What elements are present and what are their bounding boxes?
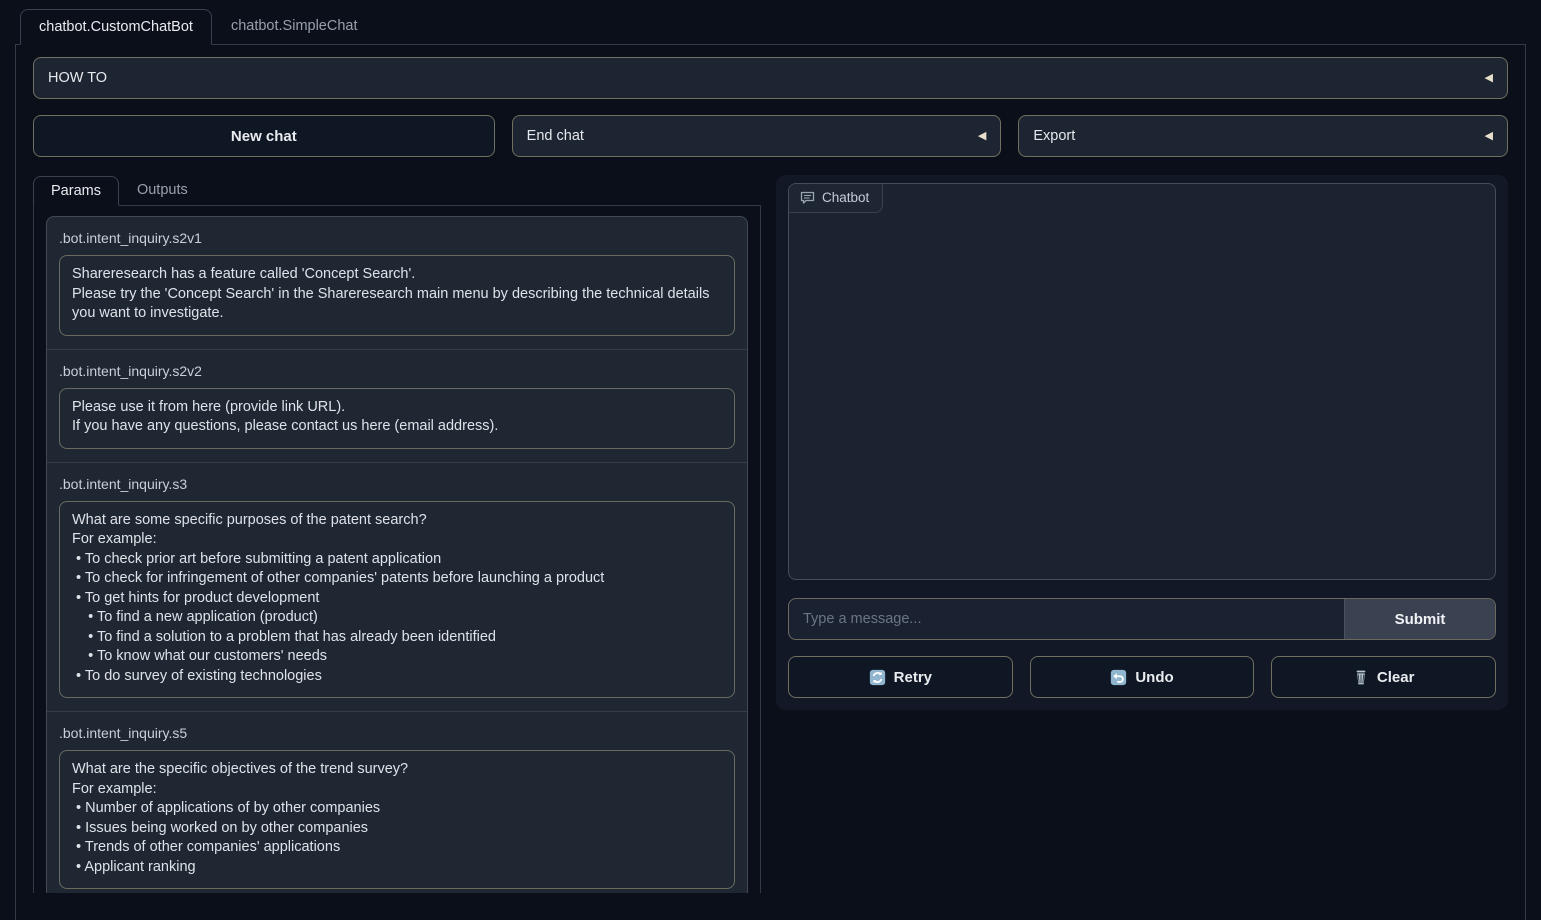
toolbar-row: New chat End chat ◀ Export ◀: [33, 115, 1508, 157]
tab-custom-chatbot[interactable]: chatbot.CustomChatBot: [20, 9, 212, 45]
param-textbox[interactable]: What are the specific objectives of the …: [59, 750, 735, 889]
param-block: .bot.intent_inquiry.s2v2 Please use it f…: [47, 350, 747, 463]
chat-actions-row: Retry Undo: [788, 656, 1496, 698]
chevron-left-icon: ◀: [978, 131, 986, 142]
new-chat-button[interactable]: New chat: [33, 115, 495, 157]
param-label: .bot.intent_inquiry.s2v1: [59, 230, 735, 246]
params-column: Params Outputs .bot.intent_inquiry.s2v1 …: [33, 175, 761, 893]
param-label: .bot.intent_inquiry.s5: [59, 725, 735, 741]
chatbot-label-text: Chatbot: [822, 190, 869, 205]
param-textbox[interactable]: What are some specific purposes of the p…: [59, 501, 735, 699]
message-input[interactable]: [789, 599, 1344, 639]
chat-column: Chatbot Submit: [776, 175, 1508, 710]
wastebasket-icon: [1353, 669, 1369, 686]
param-label: .bot.intent_inquiry.s3: [59, 476, 735, 492]
param-textbox[interactable]: Please use it from here (provide link UR…: [59, 388, 735, 449]
retry-button[interactable]: Retry: [788, 656, 1013, 698]
params-tab-nav: Params Outputs: [33, 175, 761, 205]
tab-outputs[interactable]: Outputs: [119, 175, 206, 205]
retry-icon: [869, 669, 886, 686]
undo-button[interactable]: Undo: [1030, 656, 1255, 698]
undo-icon: [1110, 669, 1127, 686]
undo-label: Undo: [1135, 669, 1173, 686]
params-group: .bot.intent_inquiry.s2v1 Shareresearch h…: [46, 216, 748, 893]
clear-button[interactable]: Clear: [1271, 656, 1496, 698]
tab-content-custom-chatbot: HOW TO ◀ New chat End chat ◀ Export ◀ Pa…: [15, 44, 1526, 920]
main-row: Params Outputs .bot.intent_inquiry.s2v1 …: [33, 175, 1508, 893]
export-label: Export: [1033, 128, 1075, 144]
speech-bubble-icon: [800, 191, 815, 205]
export-accordion[interactable]: Export ◀: [1018, 115, 1508, 157]
end-chat-label: End chat: [527, 128, 584, 144]
chatbot-messages-area[interactable]: Chatbot: [788, 183, 1496, 580]
retry-label: Retry: [894, 669, 932, 686]
tab-simple-chat[interactable]: chatbot.SimpleChat: [212, 8, 377, 44]
end-chat-accordion[interactable]: End chat ◀: [512, 115, 1002, 157]
chevron-left-icon: ◀: [1485, 131, 1493, 142]
param-label: .bot.intent_inquiry.s2v2: [59, 363, 735, 379]
submit-button[interactable]: Submit: [1344, 599, 1495, 639]
app-root: chatbot.CustomChatBot chatbot.SimpleChat…: [0, 0, 1541, 920]
params-tab-content: .bot.intent_inquiry.s2v1 Shareresearch h…: [33, 205, 761, 893]
clear-label: Clear: [1377, 669, 1415, 686]
howto-label: HOW TO: [48, 70, 107, 86]
chatbot-label: Chatbot: [789, 184, 883, 213]
param-block: .bot.intent_inquiry.s5 What are the spec…: [47, 712, 747, 893]
howto-accordion[interactable]: HOW TO ◀: [33, 57, 1508, 99]
message-input-row: Submit: [788, 598, 1496, 640]
top-tab-nav: chatbot.CustomChatBot chatbot.SimpleChat: [15, 8, 1526, 44]
chevron-left-icon: ◀: [1485, 73, 1493, 84]
param-textbox[interactable]: Shareresearch has a feature called 'Conc…: [59, 255, 735, 336]
param-block: .bot.intent_inquiry.s3 What are some spe…: [47, 463, 747, 713]
param-block: .bot.intent_inquiry.s2v1 Shareresearch h…: [47, 217, 747, 350]
tab-params[interactable]: Params: [33, 176, 119, 206]
